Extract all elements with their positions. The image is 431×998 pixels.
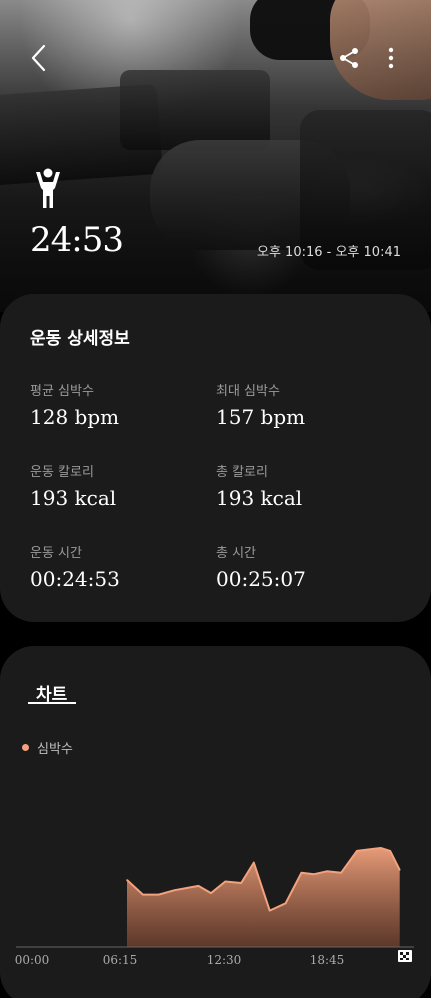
workout-time-range: 오후 10:16 - 오후 10:41 <box>257 245 401 260</box>
heart-rate-point <box>142 893 144 896</box>
weightlifting-icon <box>36 168 60 208</box>
chart-card: 차트 심박수 00:00 06:15 12:30 18:45 <box>0 646 431 998</box>
heart-rate-point <box>157 893 160 896</box>
finish-flag-icon <box>398 950 412 962</box>
x-tick-label: 00:00 <box>15 953 50 967</box>
stat-avg-heart-rate: 평균 심박수 128 bpm <box>30 380 119 429</box>
stat-total-calories: 총 칼로리 193 kcal <box>216 461 302 510</box>
x-tick-label: 06:15 <box>103 953 138 967</box>
hero-shade <box>0 0 431 312</box>
stat-label: 운동 칼로리 <box>30 465 94 480</box>
details-title: 운동 상세정보 <box>30 329 130 349</box>
more-vertical-icon <box>388 47 394 69</box>
workout-hero: 24:53 오후 10:16 - 오후 10:41 <box>0 0 431 312</box>
stat-max-heart-rate: 최대 심박수 157 bpm <box>216 380 305 429</box>
heart-rate-point <box>210 892 212 894</box>
heart-rate-point <box>253 861 255 864</box>
stat-label: 운동 시간 <box>30 546 82 561</box>
stat-total-time: 총 시간 00:25:07 <box>216 542 306 591</box>
x-tick-label: 12:30 <box>207 953 242 967</box>
share-icon <box>340 48 358 68</box>
heart-rate-point <box>224 880 227 883</box>
workout-details-card: 운동 상세정보 평균 심박수 128 bpm 최대 심박수 157 bpm 운동… <box>0 294 431 622</box>
stat-value: 128 bpm <box>30 405 120 429</box>
heart-rate-point <box>197 885 200 887</box>
heart-rate-point <box>313 873 315 875</box>
heart-rate-point <box>326 870 328 873</box>
stat-label: 총 시간 <box>216 546 257 561</box>
stat-label: 평균 심박수 <box>30 384 94 399</box>
heart-rate-point <box>398 869 401 871</box>
stat-value: 193 kcal <box>30 486 117 510</box>
heart-rate-point <box>126 879 128 881</box>
stat-value: 193 kcal <box>216 486 303 510</box>
chevron-left-icon <box>31 44 46 72</box>
heart-rate-point <box>268 909 271 912</box>
stat-workout-time: 운동 시간 00:24:53 <box>30 542 120 591</box>
heart-rate-point <box>173 889 176 891</box>
stat-value: 00:24:53 <box>30 567 120 591</box>
heart-rate-point <box>379 847 382 849</box>
x-tick-label: 18:45 <box>310 953 345 967</box>
heart-rate-point <box>340 872 342 874</box>
heart-rate-point <box>356 850 358 852</box>
heart-rate-point <box>367 848 369 851</box>
workout-duration: 24:53 <box>30 220 124 260</box>
heart-rate-area <box>126 848 400 947</box>
stat-label: 총 칼로리 <box>216 465 268 480</box>
more-options-button[interactable] <box>380 44 402 72</box>
stat-workout-calories: 운동 칼로리 193 kcal <box>30 461 116 510</box>
back-button[interactable] <box>22 40 54 76</box>
heart-rate-point <box>240 882 242 884</box>
stat-value: 00:25:07 <box>216 567 306 591</box>
share-button[interactable] <box>334 44 364 72</box>
heart-rate-point <box>389 850 392 852</box>
heart-rate-point <box>300 872 303 874</box>
heart-rate-point <box>284 902 287 905</box>
stat-value: 157 bpm <box>216 405 306 429</box>
stat-label: 최대 심박수 <box>216 384 280 399</box>
heart-rate-chart: 00:00 06:15 12:30 18:45 <box>15 847 414 967</box>
